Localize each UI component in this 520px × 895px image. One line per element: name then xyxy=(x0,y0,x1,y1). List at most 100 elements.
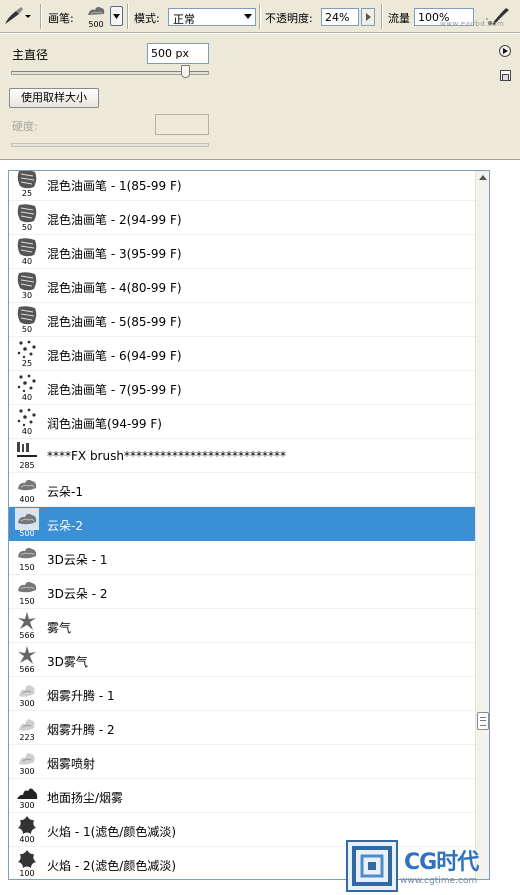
oil-brush-icon xyxy=(15,202,39,224)
brush-preset-row[interactable]: 150 3D云朵 - 1 xyxy=(9,541,475,575)
scroll-up-icon[interactable] xyxy=(479,175,487,180)
brush-size-label: 300 xyxy=(19,699,35,708)
brush-preset-row[interactable]: 25 混色油画笔 - 1(85-99 F) xyxy=(9,171,475,201)
brush-preset-row[interactable]: 40 润色油画笔(94-99 F) xyxy=(9,405,475,439)
vertical-scrollbar[interactable] xyxy=(475,171,489,879)
options-toolbar: 画笔: 500 模式: 正常 不透明度: 24% 流量 100% www.ead… xyxy=(0,0,520,33)
toolbar-separator xyxy=(127,4,129,29)
brush-size-label: 285 xyxy=(19,461,35,470)
dots-brush-icon xyxy=(15,372,39,394)
fire-brush-icon xyxy=(15,848,39,870)
brush-preset-row[interactable]: 300 烟雾升腾 - 1 xyxy=(9,677,475,711)
current-brush-preview[interactable]: 500 xyxy=(84,2,108,31)
smoke-brush-icon xyxy=(15,678,39,700)
fog-brush-icon xyxy=(15,644,39,666)
brush-preset-row[interactable]: 400 云朵-1 xyxy=(9,473,475,507)
brush-preset-row[interactable]: 40 混色油画笔 - 7(95-99 F) xyxy=(9,371,475,405)
brush-size-label: 400 xyxy=(19,835,35,844)
toolbar-separator xyxy=(259,4,261,29)
fx-brush-icon xyxy=(15,440,39,462)
fire-brush-icon xyxy=(15,814,39,836)
oil-brush-icon xyxy=(15,236,39,258)
brush-list-rows: 25 混色油画笔 - 1(85-99 F) 50 混色油画笔 - 2(94-99 F)… xyxy=(9,171,475,879)
brush-preset-row[interactable]: 223 烟雾升腾 - 2 xyxy=(9,711,475,745)
toolbar-separator xyxy=(381,4,383,29)
hardness-slider xyxy=(11,143,209,147)
brush-name-label: 混色油画笔 - 4(80-99 F) xyxy=(47,281,182,295)
use-sample-size-button[interactable]: 使用取样大小 xyxy=(9,88,99,108)
brush-name-label: 混色油画笔 - 6(94-99 F) xyxy=(47,349,182,363)
brush-name-label: ****FX brush*************************** xyxy=(47,449,286,463)
new-preset-icon[interactable] xyxy=(500,70,511,81)
brush-size-label: 25 xyxy=(21,189,33,198)
brush-size-label: 566 xyxy=(19,665,35,674)
smoke-brush-icon xyxy=(15,746,39,768)
brush-preset-row[interactable]: 300 烟雾喷射 xyxy=(9,745,475,779)
brush-size-text: 500 xyxy=(88,20,104,29)
brush-size-label: 400 xyxy=(19,495,35,504)
brush-name-label: 润色油画笔(94-99 F) xyxy=(47,417,162,431)
brush-preset-row[interactable]: 150 3D云朵 - 2 xyxy=(9,575,475,609)
master-diameter-input[interactable]: 500 px xyxy=(147,43,209,64)
mode-select[interactable]: 正常 xyxy=(168,8,256,26)
brush-size-label: 223 xyxy=(19,733,35,742)
brush-preset-row[interactable]: 500 云朵-2 xyxy=(9,507,475,541)
oil-brush-icon xyxy=(15,171,39,190)
opacity-input[interactable]: 24% xyxy=(321,8,359,26)
brush-preset-row[interactable]: 50 混色油画笔 - 5(85-99 F) xyxy=(9,303,475,337)
mode-label: 模式: xyxy=(134,12,160,25)
panel-menu-icon[interactable] xyxy=(499,45,511,57)
brush-preset-row[interactable]: 566 雾气 xyxy=(9,609,475,643)
brush-size-label: 25 xyxy=(21,359,33,368)
logo-url: www.cgtime.com xyxy=(400,876,478,886)
brush-name-label: 雾气 xyxy=(47,621,72,635)
master-diameter-slider-thumb[interactable] xyxy=(180,65,190,78)
dust-brush-icon xyxy=(15,780,39,802)
mode-value: 正常 xyxy=(173,13,195,26)
master-diameter-slider[interactable] xyxy=(11,71,209,75)
cloud-brush-icon xyxy=(15,576,39,598)
brush-name-label: 混色油画笔 - 5(85-99 F) xyxy=(47,315,182,329)
brush-preset-row[interactable]: 40 混色油画笔 - 3(95-99 F) xyxy=(9,235,475,269)
toolbar-separator xyxy=(40,4,42,29)
brush-tool-preset-icon[interactable] xyxy=(2,5,32,27)
opacity-label: 不透明度: xyxy=(265,12,313,25)
scrollbar-thumb[interactable] xyxy=(477,711,489,730)
brush-size-label: 100 xyxy=(19,869,35,878)
brush-preset-row[interactable]: 50 混色油画笔 - 2(94-99 F) xyxy=(9,201,475,235)
opacity-slider-button[interactable] xyxy=(361,8,375,26)
brush-size-label: 500 xyxy=(19,529,35,538)
site-watermark: www.eadbd.com xyxy=(440,20,505,28)
brush-name-label: 烟雾喷射 xyxy=(47,757,96,771)
brush-size-label: 40 xyxy=(21,257,33,266)
brush-name-label: 3D云朵 - 2 xyxy=(47,587,108,601)
brush-label: 画笔: xyxy=(48,12,74,25)
cloud-brush-icon xyxy=(15,508,39,530)
brush-preset-row[interactable]: 285 ****FX brush*************************… xyxy=(9,439,475,473)
brush-size-label: 300 xyxy=(19,767,35,776)
brush-preset-row[interactable]: 30 混色油画笔 - 4(80-99 F) xyxy=(9,269,475,303)
brush-size-label: 50 xyxy=(21,223,33,232)
brush-name-label: 烟雾升腾 - 2 xyxy=(47,723,115,737)
brush-name-label: 混色油画笔 - 2(94-99 F) xyxy=(47,213,182,227)
oil-brush-icon xyxy=(15,304,39,326)
brush-preset-row[interactable]: 25 混色油画笔 - 6(94-99 F) xyxy=(9,337,475,371)
brush-size-label: 30 xyxy=(21,291,33,300)
chevron-down-icon xyxy=(113,14,120,19)
brush-preset-row[interactable]: 566 3D雾气 xyxy=(9,643,475,677)
cloud-brush-icon xyxy=(15,542,39,564)
cloud-brush-icon xyxy=(15,474,39,496)
brush-preset-row[interactable]: 300 地面扬尘/烟雾 xyxy=(9,779,475,813)
cgtime-logo-mark xyxy=(346,840,398,892)
brush-size-label: 566 xyxy=(19,631,35,640)
brush-picker-dropdown[interactable] xyxy=(110,6,123,26)
brush-size-label: 150 xyxy=(19,563,35,572)
brush-name-label: 3D云朵 - 1 xyxy=(47,553,108,567)
dots-brush-icon xyxy=(15,338,39,360)
fog-brush-icon xyxy=(15,610,39,632)
hardness-input xyxy=(155,114,209,135)
smoke-brush-icon xyxy=(15,712,39,734)
brush-settings-panel: 主直径 500 px 使用取样大小 硬度: xyxy=(0,34,520,160)
brush-size-label: 150 xyxy=(19,597,35,606)
brush-name-label: 混色油画笔 - 1(85-99 F) xyxy=(47,179,182,193)
